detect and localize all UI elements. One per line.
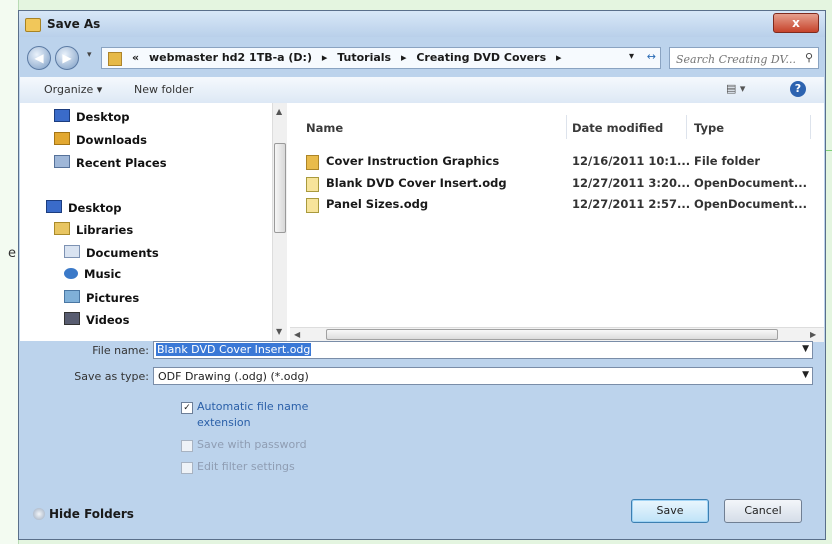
save-button[interactable]: Save: [631, 499, 709, 523]
background-left-panel: [0, 0, 19, 544]
file-date: 12/27/2011 2:57...: [572, 197, 691, 211]
column-divider[interactable]: [686, 115, 687, 139]
save-as-type-value: ODF Drawing (.odg) (*.odg): [158, 370, 309, 383]
file-row[interactable]: Panel Sizes.odg 12/27/2011 2:57... OpenD…: [306, 196, 816, 216]
file-name-label: File name:: [92, 344, 149, 357]
app-icon: [25, 18, 41, 32]
breadcrumb-separator[interactable]: ▸: [556, 51, 562, 64]
file-name-value[interactable]: Blank DVD Cover Insert.odg: [156, 343, 312, 356]
cancel-button[interactable]: Cancel: [724, 499, 802, 523]
breadcrumb-tutorials[interactable]: Tutorials: [337, 51, 391, 64]
column-header-type[interactable]: Type: [694, 121, 724, 135]
file-name: Panel Sizes.odg: [326, 197, 429, 211]
file-name: Blank DVD Cover Insert.odg: [326, 176, 507, 190]
recent-locations-dropdown[interactable]: ▾: [87, 50, 92, 60]
desktop-icon: [46, 200, 62, 213]
pictures-icon: [64, 290, 80, 303]
scroll-left-arrow-icon[interactable]: ◀: [294, 330, 300, 339]
file-type: OpenDocument...: [694, 197, 808, 211]
documents-icon: [64, 245, 80, 258]
chevron-down-icon[interactable]: ▼: [802, 344, 809, 354]
nav-item-desktop-favorite[interactable]: Desktop: [54, 109, 129, 124]
breadcrumb-separator[interactable]: ▸: [322, 51, 328, 64]
content-area: Desktop Downloads Recent Places Desktop …: [20, 103, 824, 342]
file-list-pane: Name Date modified Type Cover Instructio…: [290, 103, 824, 342]
help-icon[interactable]: ?: [790, 81, 806, 97]
save-as-type-label: Save as type:: [74, 370, 149, 383]
organize-button[interactable]: Organize ▾: [44, 83, 102, 96]
forward-button[interactable]: ▶: [55, 46, 79, 70]
videos-icon: [64, 312, 80, 325]
breadcrumb-overflow[interactable]: «: [132, 51, 139, 64]
column-header-name[interactable]: Name: [306, 121, 343, 135]
desktop-icon: [54, 109, 70, 122]
breadcrumb-drive[interactable]: webmaster hd2 1TB-a (D:): [149, 51, 312, 64]
auto-extension-label[interactable]: Automatic file name: [197, 400, 308, 413]
auto-extension-checkbox[interactable]: ✓: [181, 402, 193, 414]
breadcrumb: « webmaster hd2 1TB-a (D:) ▸ Tutorials ▸…: [132, 51, 568, 64]
breadcrumb-creating-dvd-covers[interactable]: Creating DVD Covers: [416, 51, 546, 64]
address-bar[interactable]: « webmaster hd2 1TB-a (D:) ▸ Tutorials ▸…: [101, 47, 661, 69]
scroll-down-arrow-icon[interactable]: ▼: [276, 327, 282, 336]
address-row: ◀ ▶ ▾ « webmaster hd2 1TB-a (D:) ▸ Tutor…: [25, 41, 819, 73]
save-as-dialog: Save As x ◀ ▶ ▾ « webmaster hd2 1TB-a (D…: [18, 10, 826, 540]
recent-places-icon: [54, 155, 70, 168]
nav-item-downloads[interactable]: Downloads: [54, 132, 147, 147]
breadcrumb-separator[interactable]: ▸: [401, 51, 407, 64]
back-button[interactable]: ◀: [27, 46, 51, 70]
nav-item-desktop[interactable]: Desktop: [46, 200, 121, 215]
edit-filter-settings-checkbox: [181, 462, 193, 474]
scroll-up-arrow-icon[interactable]: ▲: [276, 107, 282, 116]
navigation-pane: Desktop Downloads Recent Places Desktop …: [20, 103, 287, 341]
folder-icon: [306, 155, 319, 170]
refresh-icon[interactable]: ↔: [647, 50, 656, 63]
hide-folders-button[interactable]: Hide Folders: [33, 507, 134, 521]
chevron-down-icon[interactable]: ▼: [802, 370, 809, 380]
file-row[interactable]: Cover Instruction Graphics 12/16/2011 10…: [306, 153, 816, 173]
odg-file-icon: [306, 177, 319, 192]
edit-filter-settings-label: Edit filter settings: [197, 460, 295, 473]
file-row[interactable]: Blank DVD Cover Insert.odg 12/27/2011 3:…: [306, 175, 816, 195]
file-name: Cover Instruction Graphics: [326, 154, 500, 168]
close-button[interactable]: x: [773, 13, 819, 33]
toolbar: Organize ▾ New folder ▤ ▾ ?: [20, 77, 824, 104]
column-divider[interactable]: [566, 115, 567, 139]
save-as-type-select[interactable]: ODF Drawing (.odg) (*.odg) ▼: [153, 367, 813, 385]
libraries-icon: [54, 222, 70, 235]
file-type: OpenDocument...: [694, 176, 808, 190]
nav-item-pictures[interactable]: Pictures: [64, 290, 139, 305]
file-name-field[interactable]: Blank DVD Cover Insert.odg ▼: [153, 341, 813, 359]
save-with-password-checkbox[interactable]: [181, 440, 193, 452]
new-folder-button[interactable]: New folder: [134, 83, 193, 96]
nav-item-videos[interactable]: Videos: [64, 312, 129, 327]
collapse-icon: [33, 508, 45, 520]
file-date: 12/16/2011 10:1...: [572, 154, 691, 168]
auto-extension-label-line2: extension: [197, 416, 251, 429]
change-view-icon[interactable]: ▤ ▾: [726, 82, 745, 95]
column-header-date[interactable]: Date modified: [572, 121, 663, 135]
column-divider[interactable]: [810, 115, 811, 139]
music-icon: [64, 268, 78, 279]
file-date: 12/27/2011 3:20...: [572, 176, 691, 190]
nav-item-recent-places[interactable]: Recent Places: [54, 155, 167, 170]
address-dropdown-icon[interactable]: ▾: [629, 51, 634, 62]
title-bar[interactable]: Save As x: [19, 11, 825, 37]
folder-icon: [108, 52, 122, 66]
downloads-icon: [54, 132, 70, 145]
file-type: File folder: [694, 154, 761, 168]
background-partial-text: e: [8, 246, 16, 261]
nav-scrollbar-thumb[interactable]: [274, 143, 286, 233]
nav-item-libraries[interactable]: Libraries: [54, 222, 133, 237]
nav-item-music[interactable]: Music: [64, 267, 121, 281]
nav-item-documents[interactable]: Documents: [64, 245, 159, 260]
horizontal-scrollbar-thumb[interactable]: [326, 329, 778, 340]
window-title: Save As: [47, 17, 101, 31]
search-icon[interactable]: ⚲: [805, 51, 813, 64]
odg-file-icon: [306, 198, 319, 213]
scroll-right-arrow-icon[interactable]: ▶: [810, 330, 816, 339]
save-with-password-label[interactable]: Save with password: [197, 438, 307, 451]
search-box[interactable]: ⚲: [669, 47, 819, 69]
search-input[interactable]: [674, 49, 802, 69]
